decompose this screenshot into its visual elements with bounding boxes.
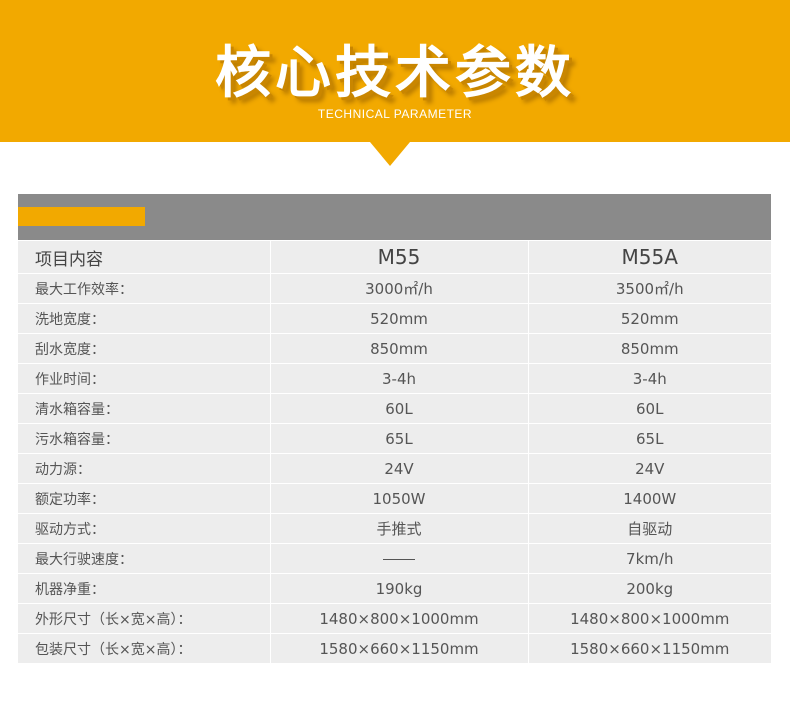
row-m55-value: 1480×800×1000mm bbox=[270, 603, 529, 634]
table-row: 最大工作效率： 3000㎡/h 3500㎡/h bbox=[18, 273, 771, 304]
row-m55-value: 60L bbox=[270, 393, 529, 424]
row-m55-value: 65L bbox=[270, 423, 529, 454]
row-m55-value: 1580×660×1150mm bbox=[270, 633, 529, 664]
row-m55-value: 850mm bbox=[270, 333, 529, 364]
table-row: 作业时间： 3-4h 3-4h bbox=[18, 363, 771, 394]
not-applicable-dash bbox=[383, 558, 415, 560]
header-m55a-cell: M55A bbox=[528, 241, 771, 274]
table-row: 洗地宽度： 520mm 520mm bbox=[18, 303, 771, 334]
row-label: 机器净重： bbox=[18, 573, 271, 604]
row-label: 最大工作效率： bbox=[18, 273, 271, 304]
row-label: 污水箱容量： bbox=[18, 423, 271, 454]
row-m55a-value: 1400W bbox=[528, 483, 771, 514]
table-row: 清水箱容量： 60L 60L bbox=[18, 393, 771, 424]
table-header-row: 项目内容 M55 M55A bbox=[18, 241, 771, 274]
table-row: 污水箱容量： 65L 65L bbox=[18, 423, 771, 454]
row-label: 最大行驶速度： bbox=[18, 543, 271, 574]
row-m55a-value: 7km/h bbox=[528, 543, 771, 574]
row-label: 额定功率： bbox=[18, 483, 271, 514]
table-row: 机器净重： 190kg 200kg bbox=[18, 573, 771, 604]
accent-bar bbox=[18, 207, 145, 226]
row-m55-value: 24V bbox=[270, 453, 529, 484]
table-row: 驱动方式： 手推式 自驱动 bbox=[18, 513, 771, 544]
row-m55-value-not-applicable bbox=[270, 543, 529, 574]
row-m55-value: 3-4h bbox=[270, 363, 529, 394]
row-m55-value: 手推式 bbox=[270, 513, 529, 544]
row-m55a-value: 200kg bbox=[528, 573, 771, 604]
row-label: 作业时间： bbox=[18, 363, 271, 394]
row-m55a-value: 1480×800×1000mm bbox=[528, 603, 771, 634]
row-label: 驱动方式： bbox=[18, 513, 271, 544]
row-m55-value: 1050W bbox=[270, 483, 529, 514]
table-row: 额定功率： 1050W 1400W bbox=[18, 483, 771, 514]
row-m55a-value: 520mm bbox=[528, 303, 771, 334]
row-label: 动力源： bbox=[18, 453, 271, 484]
title-banner: 核心技术参数 TECHNICAL PARAMETER bbox=[0, 0, 790, 142]
row-m55a-value: 850mm bbox=[528, 333, 771, 364]
row-m55a-value: 1580×660×1150mm bbox=[528, 633, 771, 664]
row-label: 刮水宽度： bbox=[18, 333, 271, 364]
spec-table: 项目内容 M55 M55A 最大工作效率： 3000㎡/h 3500㎡/h 洗地… bbox=[18, 241, 771, 664]
banner-title: 核心技术参数 bbox=[215, 41, 575, 106]
row-m55-value: 3000㎡/h bbox=[270, 273, 529, 304]
table-row: 刮水宽度： 850mm 850mm bbox=[18, 333, 771, 364]
banner-pointer-arrow bbox=[370, 142, 410, 166]
row-label: 外形尺寸（长×宽×高）： bbox=[18, 603, 271, 634]
row-m55-value: 520mm bbox=[270, 303, 529, 334]
row-m55a-value: 65L bbox=[528, 423, 771, 454]
table-row: 最大行驶速度： 7km/h bbox=[18, 543, 771, 574]
header-m55-cell: M55 bbox=[270, 241, 529, 274]
table-row: 动力源： 24V 24V bbox=[18, 453, 771, 484]
row-m55-value: 190kg bbox=[270, 573, 529, 604]
table-row: 包装尺寸（长×宽×高）： 1580×660×1150mm 1580×660×11… bbox=[18, 633, 771, 664]
row-m55a-value: 3-4h bbox=[528, 363, 771, 394]
row-label: 洗地宽度： bbox=[18, 303, 271, 334]
banner-subtitle: TECHNICAL PARAMETER bbox=[317, 107, 473, 121]
row-m55a-value: 24V bbox=[528, 453, 771, 484]
row-m55a-value: 自驱动 bbox=[528, 513, 771, 544]
row-label: 清水箱容量： bbox=[18, 393, 271, 424]
header-label-cell: 项目内容 bbox=[18, 241, 271, 274]
row-label: 包装尺寸（长×宽×高）： bbox=[18, 633, 271, 664]
row-m55a-value: 60L bbox=[528, 393, 771, 424]
table-row: 外形尺寸（长×宽×高）： 1480×800×1000mm 1480×800×10… bbox=[18, 603, 771, 634]
row-m55a-value: 3500㎡/h bbox=[528, 273, 771, 304]
